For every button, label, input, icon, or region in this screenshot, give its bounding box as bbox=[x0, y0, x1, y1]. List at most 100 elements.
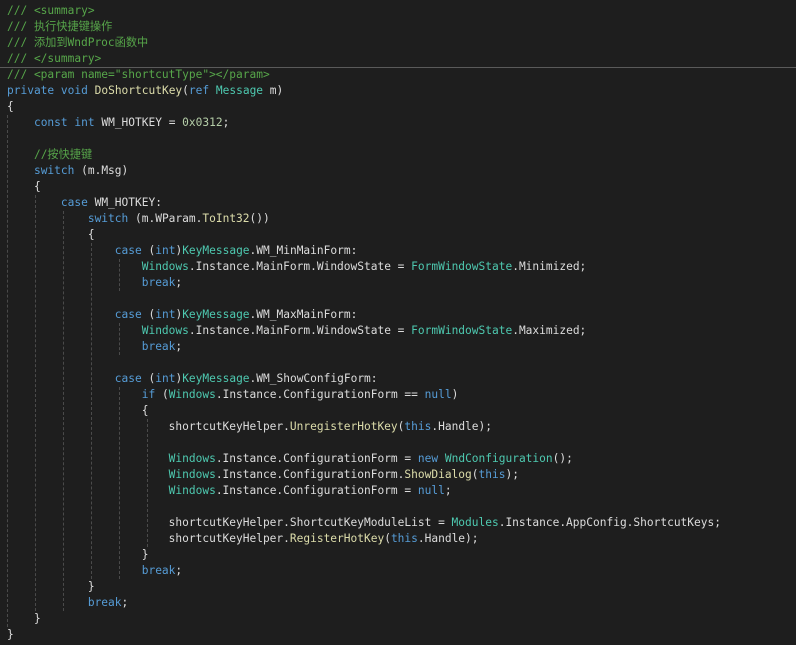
code-token: Windows bbox=[168, 484, 216, 497]
code-token: /// </summary> bbox=[7, 52, 102, 65]
code-line: Windows.Instance.ConfigurationForm = nul… bbox=[7, 483, 452, 499]
code-token: break bbox=[87, 596, 122, 609]
code-line: break; bbox=[7, 595, 128, 611]
code-token: Windows bbox=[168, 452, 216, 465]
code-line: Windows.Instance.MainForm.WindowState = … bbox=[7, 259, 587, 275]
code-line: break; bbox=[7, 339, 182, 355]
code-token: .Minimized; bbox=[512, 260, 587, 273]
code-token: .WM_MinMainForm: bbox=[249, 244, 358, 257]
code-token: shortcutKeyHelper.ShortcutKeyModuleList … bbox=[7, 516, 452, 529]
code-line: /// 执行快捷键操作 bbox=[7, 19, 112, 35]
code-token: if bbox=[141, 388, 156, 401]
code-token: RegisterHotKey bbox=[289, 532, 385, 545]
code-token: ; bbox=[175, 276, 183, 289]
code-token: ; bbox=[175, 340, 183, 353]
code-token: KeyMessage bbox=[182, 244, 250, 257]
code-line: switch (m.WParam.ToInt32()) bbox=[7, 211, 270, 227]
code-token: (); bbox=[552, 452, 573, 465]
code-line: case (int)KeyMessage.WM_MaxMainForm: bbox=[7, 307, 358, 323]
code-token: case bbox=[114, 308, 142, 321]
code-line: } bbox=[7, 547, 149, 563]
code-line: Windows.Instance.MainForm.WindowState = … bbox=[7, 323, 587, 339]
code-line: case (int)KeyMessage.WM_MinMainForm: bbox=[7, 243, 358, 259]
code-token: //按快捷键 bbox=[33, 148, 93, 161]
code-token: shortcutKeyHelper. bbox=[7, 420, 290, 433]
code-line: { bbox=[7, 99, 14, 115]
code-line: /// </summary> bbox=[7, 51, 101, 67]
code-token: int bbox=[155, 244, 176, 257]
code-token: .Instance.ConfigurationForm == bbox=[215, 388, 425, 401]
code-token: WndConfiguration bbox=[444, 452, 553, 465]
code-line: shortcutKeyHelper.UnregisterHotKey(this.… bbox=[7, 419, 492, 435]
code-token: ; bbox=[444, 484, 452, 497]
code-token: KeyMessage bbox=[182, 308, 250, 321]
code-token: .Instance.ConfigurationForm = bbox=[215, 452, 418, 465]
code-token: (m.Msg) bbox=[74, 164, 129, 177]
code-line: //按快捷键 bbox=[7, 147, 92, 163]
code-token: ( bbox=[141, 244, 156, 257]
code-token: ()) bbox=[249, 212, 270, 225]
code-token: Modules bbox=[451, 516, 499, 529]
code-token: ( bbox=[471, 468, 479, 481]
code-token: break bbox=[141, 340, 176, 353]
code-line: break; bbox=[7, 563, 182, 579]
code-line: private void DoShortcutKey(ref Message m… bbox=[7, 83, 283, 99]
code-line: { bbox=[7, 179, 41, 195]
code-token: UnregisterHotKey bbox=[289, 420, 398, 433]
code-line: if (Windows.Instance.ConfigurationForm =… bbox=[7, 387, 459, 403]
code-line: { bbox=[7, 227, 95, 243]
code-line: switch (m.Msg) bbox=[7, 163, 128, 179]
code-token: .Instance.MainForm.WindowState = bbox=[188, 324, 412, 337]
code-token: case bbox=[114, 244, 142, 257]
code-token: this bbox=[478, 468, 506, 481]
code-token: case bbox=[114, 372, 142, 385]
code-token: { bbox=[7, 100, 14, 113]
code-token: FormWindowState bbox=[411, 324, 513, 337]
code-line: const int WM_HOTKEY = 0x0312; bbox=[7, 115, 229, 131]
code-editor[interactable]: /// <summary> /// 执行快捷键操作 /// 添加到WndProc函数… bbox=[0, 0, 796, 645]
code-token: switch bbox=[33, 164, 75, 177]
code-token: m) bbox=[263, 84, 284, 97]
code-token: ) bbox=[451, 388, 459, 401]
code-token: .Instance.ConfigurationForm. bbox=[215, 468, 405, 481]
code-token: (m. bbox=[128, 212, 156, 225]
code-token: int bbox=[155, 308, 176, 321]
code-token: Windows bbox=[141, 324, 189, 337]
code-token: ; bbox=[121, 596, 129, 609]
code-token: { bbox=[7, 180, 41, 193]
code-token: ; bbox=[175, 564, 183, 577]
code-token: .WM_ShowConfigForm: bbox=[249, 372, 378, 385]
code-line: } bbox=[7, 579, 95, 595]
code-line: } bbox=[7, 627, 14, 643]
code-line: case WM_HOTKEY: bbox=[7, 195, 162, 211]
code-token: } bbox=[7, 580, 95, 593]
code-line: { bbox=[7, 403, 149, 419]
code-token: ); bbox=[505, 468, 519, 481]
code-token: new bbox=[417, 452, 439, 465]
code-token: } bbox=[7, 548, 149, 561]
code-token: .Handle); bbox=[431, 420, 492, 433]
code-line: shortcutKeyHelper.RegisterHotKey(this.Ha… bbox=[7, 531, 479, 547]
code-token: /// <summary> bbox=[7, 4, 95, 17]
code-token: .Instance.ConfigurationForm = bbox=[215, 484, 418, 497]
code-token: void bbox=[60, 84, 88, 97]
code-token: case bbox=[60, 196, 88, 209]
code-token: WM_HOTKEY = bbox=[94, 116, 183, 129]
code-token: null bbox=[424, 388, 452, 401]
code-line: /// <param name="shortcutType"></param> bbox=[7, 67, 270, 83]
code-line: /// <summary> bbox=[7, 3, 95, 19]
code-token: null bbox=[417, 484, 445, 497]
code-token: .Instance.MainForm.WindowState = bbox=[188, 260, 412, 273]
